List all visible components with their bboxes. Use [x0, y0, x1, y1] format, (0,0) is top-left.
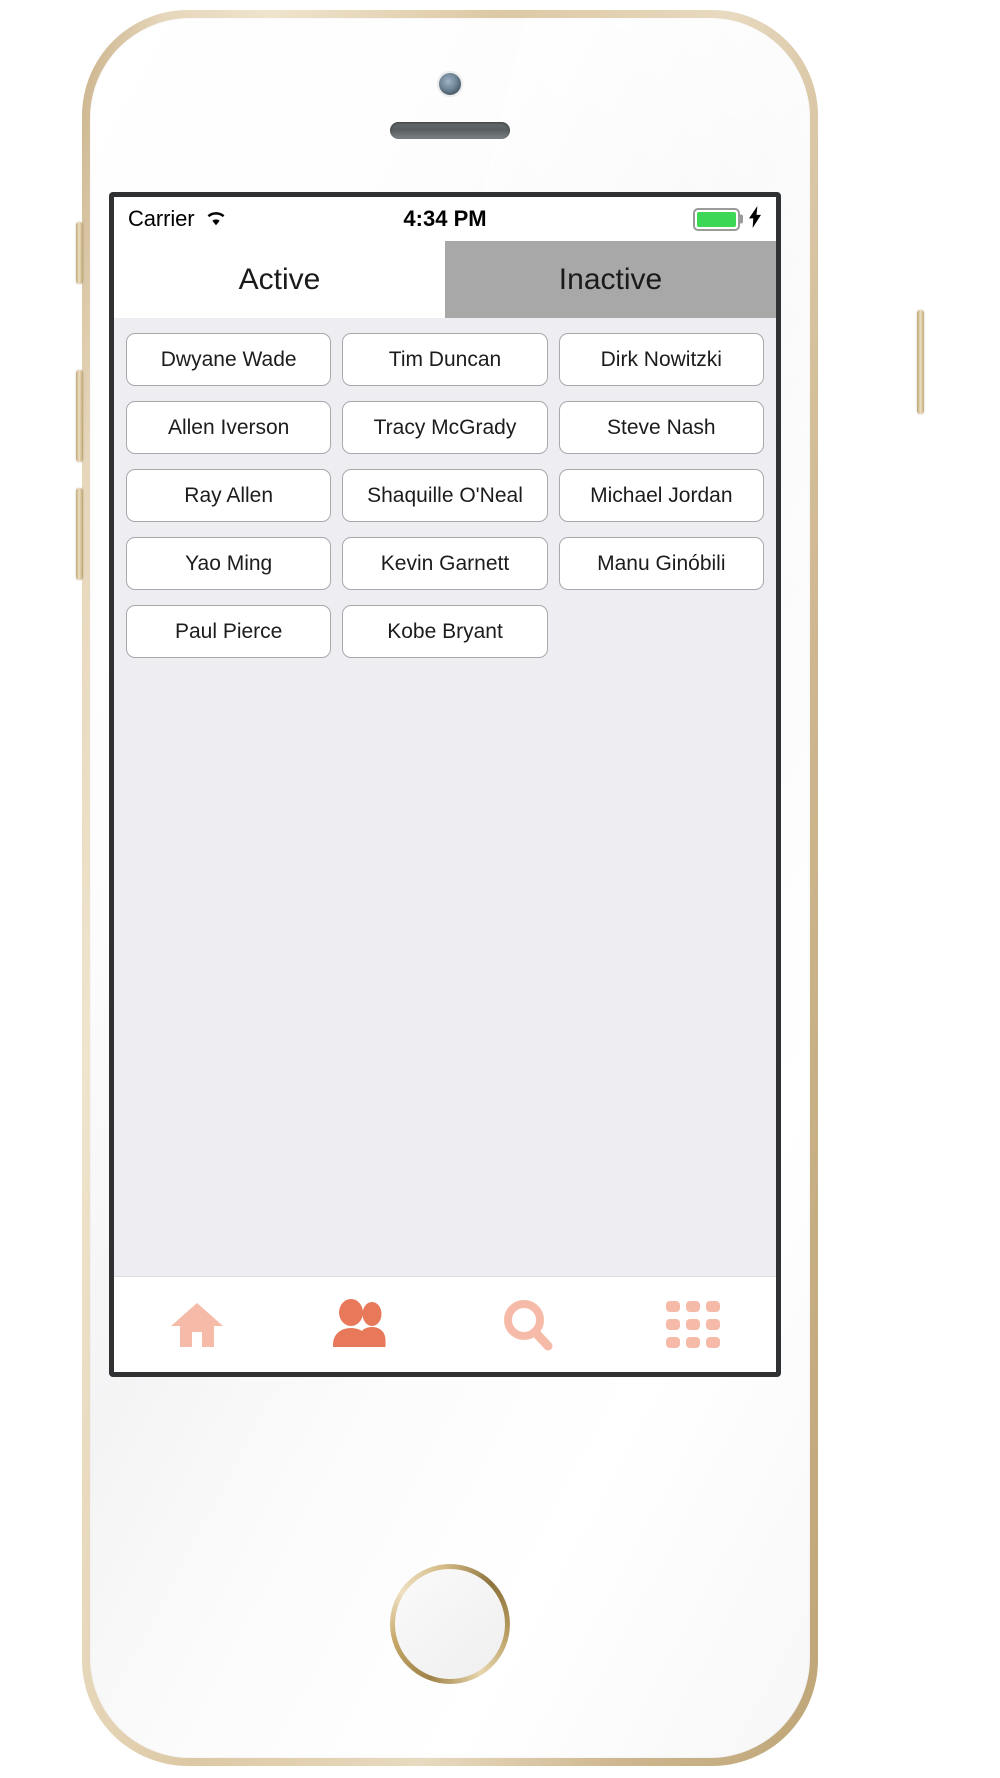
battery-fill-level [697, 211, 736, 227]
bottom-tab-bar [114, 1276, 776, 1372]
player-button[interactable]: Tim Duncan [342, 333, 548, 386]
player-button[interactable]: Yao Ming [126, 537, 332, 590]
screenshot-stage: Carrier 4:34 PM Active Inactive Dwyane W… [0, 0, 1000, 1778]
wifi-icon [204, 208, 228, 231]
player-button[interactable]: Dirk Nowitzki [558, 333, 764, 386]
search-icon [500, 1298, 556, 1352]
status-bar: Carrier 4:34 PM [114, 197, 776, 241]
carrier-label: Carrier [128, 206, 195, 231]
people-icon [331, 1298, 393, 1351]
tab-inactive-label: Inactive [558, 262, 663, 296]
player-button[interactable]: Shaquille O'Neal [342, 469, 548, 522]
player-button[interactable]: Steve Nash [558, 401, 764, 454]
player-button[interactable]: Tracy McGrady [342, 401, 548, 454]
lightning-bolt-icon [749, 205, 762, 233]
tabbar-search[interactable] [445, 1298, 611, 1352]
player-button[interactable]: Allen Iverson [126, 401, 332, 454]
battery-cap [740, 214, 743, 224]
home-button[interactable] [390, 1564, 510, 1684]
player-button[interactable]: Kobe Bryant [342, 605, 548, 658]
tab-inactive[interactable]: Inactive [445, 241, 776, 318]
segmented-control: Active Inactive [114, 241, 776, 318]
home-icon [169, 1299, 225, 1351]
status-carrier-group: Carrier [128, 206, 228, 232]
device-screen: Carrier 4:34 PM Active Inactive Dwyane W… [109, 192, 781, 1377]
player-button[interactable]: Dwyane Wade [126, 333, 332, 386]
player-button[interactable]: Kevin Garnett [342, 537, 548, 590]
tab-active-label: Active [238, 262, 321, 296]
battery-icon [693, 207, 743, 231]
tabbar-people[interactable] [280, 1298, 446, 1351]
tabbar-more[interactable] [611, 1300, 777, 1349]
grid-icon [666, 1300, 721, 1349]
content-area: Dwyane Wade Tim Duncan Dirk Nowitzki Allen … [114, 318, 776, 1276]
player-button[interactable]: Paul Pierce [126, 605, 332, 658]
volume-up-button[interactable] [76, 370, 83, 462]
silent-switch-button[interactable] [76, 222, 83, 284]
tab-active[interactable]: Active [114, 241, 445, 318]
volume-down-button[interactable] [76, 488, 83, 580]
front-camera-icon [439, 73, 461, 95]
player-button[interactable]: Manu Ginóbili [558, 537, 764, 590]
player-grid: Dwyane Wade Tim Duncan Dirk Nowitzki Allen … [126, 333, 764, 658]
player-button[interactable]: Ray Allen [126, 469, 332, 522]
status-right-group [693, 205, 762, 233]
power-button[interactable] [917, 310, 924, 414]
earpiece-speaker-icon [390, 122, 510, 139]
player-button[interactable]: Michael Jordan [558, 469, 764, 522]
tabbar-home[interactable] [114, 1299, 280, 1351]
